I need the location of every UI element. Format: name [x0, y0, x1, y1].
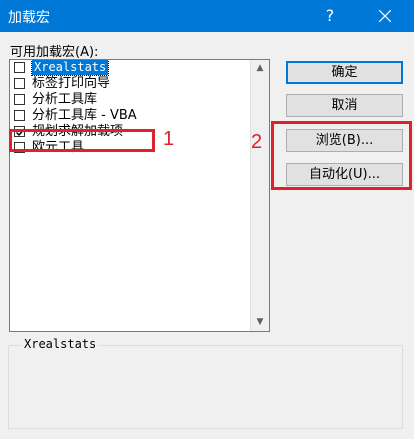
help-button[interactable]: ?: [307, 0, 353, 32]
ok-button[interactable]: 确定: [286, 61, 403, 84]
checkbox[interactable]: [14, 62, 25, 73]
addin-label: 分析工具库: [32, 92, 98, 107]
close-icon: [379, 10, 391, 22]
cancel-button[interactable]: 取消: [286, 94, 403, 117]
addins-list: Xrealstats 标签打印向导 分析工具库 分析工具库 - VBA 规划求解…: [10, 60, 249, 331]
scroll-down-arrow-icon[interactable]: ▼: [251, 314, 269, 331]
annotation-number-1: 1: [163, 128, 175, 150]
annotation-box-2: [271, 121, 412, 190]
checkbox[interactable]: [14, 78, 25, 89]
addin-label: 分析工具库 - VBA: [32, 108, 137, 123]
description-group: Xrealstats: [8, 337, 403, 429]
addin-label: 标签打印向导: [32, 76, 111, 91]
addin-item-analysis-toolpak-vba[interactable]: 分析工具库 - VBA: [10, 108, 249, 124]
scroll-up-arrow-icon[interactable]: ▲: [251, 60, 269, 77]
close-button[interactable]: [362, 0, 408, 32]
checkbox[interactable]: [14, 94, 25, 105]
description-title: Xrealstats: [21, 337, 100, 351]
annotation-number-2: 2: [251, 131, 263, 153]
vertical-scrollbar[interactable]: ▲ ▼: [250, 60, 269, 331]
title-bar: 加载宏 ?: [0, 0, 414, 32]
addin-item-xrealstats[interactable]: Xrealstats: [10, 60, 249, 76]
window-title: 加载宏: [8, 10, 50, 26]
addin-item-analysis-toolpak[interactable]: 分析工具库: [10, 92, 249, 108]
checkbox[interactable]: [14, 110, 25, 121]
addin-item-label-print-wizard[interactable]: 标签打印向导: [10, 76, 249, 92]
annotation-box-1: [9, 129, 155, 152]
available-addins-label: 可用加载宏(A):: [10, 45, 99, 60]
addins-listbox[interactable]: Xrealstats 标签打印向导 分析工具库 分析工具库 - VBA 规划求解…: [9, 59, 270, 332]
addin-label: Xrealstats: [30, 60, 110, 76]
